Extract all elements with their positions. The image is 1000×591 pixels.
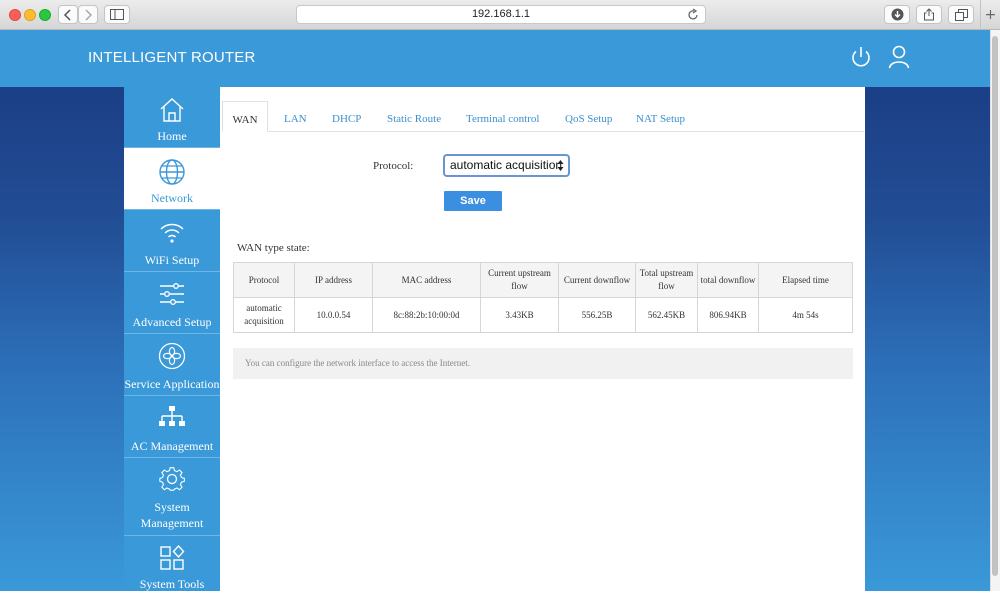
wan-state-title: WAN type state: [237, 242, 310, 254]
brand-title: INTELLIGENT ROUTER [88, 49, 256, 66]
sidebar-item-label-line1: System [154, 500, 190, 514]
globe-icon [159, 159, 185, 185]
reload-icon[interactable] [687, 8, 699, 21]
sidebar-item-service-application[interactable]: Service Application [124, 334, 220, 396]
tabs-icon [954, 8, 968, 21]
info-message: You can configure the network interface … [233, 348, 853, 379]
column-header-text: Current upstream [488, 268, 551, 278]
protocol-select[interactable]: automatic acquisition [443, 154, 570, 177]
tab-lan[interactable]: LAN [284, 101, 307, 132]
service-icon [158, 342, 186, 370]
sidebar-toggle-button[interactable] [104, 5, 130, 24]
back-button[interactable] [58, 5, 78, 24]
home-icon [160, 98, 184, 122]
share-icon [924, 8, 934, 21]
minimize-window-button[interactable] [24, 9, 36, 21]
sidebar-item-label: Network [151, 191, 193, 205]
table-header-row: Protocol IP address MAC address Current … [233, 262, 853, 298]
column-header-total-upstream: Total upstream flow [635, 262, 698, 298]
column-header-current-upstream: Current upstream flow [480, 262, 559, 298]
tab-nat-setup[interactable]: NAT Setup [636, 101, 685, 132]
sidebar-item-system-tools[interactable]: System Tools [124, 536, 220, 591]
protocol-select-value: automatic acquisition [450, 158, 563, 172]
column-header-ip-address: IP address [294, 262, 373, 298]
cell-current-upstream: 3.43KB [480, 297, 559, 333]
tabs-overview-button[interactable] [948, 5, 974, 24]
column-header-protocol: Protocol [233, 262, 295, 298]
sliders-icon [160, 283, 184, 305]
sidebar-item-advanced-setup[interactable]: Advanced Setup [124, 272, 220, 334]
column-header-total-downflow: total downflow [697, 262, 759, 298]
cell-total-downflow: 806.94KB [697, 297, 759, 333]
sidebar-item-home[interactable]: Home [124, 87, 220, 148]
tab-bar: WAN LAN DHCP Static Route Terminal contr… [222, 101, 864, 132]
sidebar-item-label: System Tools [139, 577, 205, 591]
sidebar-item-label-line2: Management [140, 516, 204, 530]
tab-dhcp[interactable]: DHCP [332, 101, 361, 132]
cell-elapsed-time: 4m 54s [758, 297, 853, 333]
share-button[interactable] [916, 5, 942, 24]
sidebar-item-label: Service Application [124, 377, 220, 391]
chevron-left-icon [63, 8, 71, 21]
network-tree-icon [159, 406, 185, 426]
sidebar-icon [110, 9, 124, 20]
sidebar-item-label: WiFi Setup [144, 253, 200, 267]
cell-text: automatic [246, 303, 282, 313]
network-panel: WAN LAN DHCP Static Route Terminal contr… [220, 87, 865, 591]
table-row: automatic acquisition 10.0.0.54 8c:88:2b… [233, 297, 853, 333]
cell-text: acquisition [244, 316, 284, 326]
background-panel-left [0, 87, 124, 591]
power-icon[interactable] [850, 45, 872, 69]
wan-state-table: Protocol IP address MAC address Current … [233, 262, 853, 333]
chevron-right-icon [85, 8, 93, 21]
column-header-text: flow [511, 281, 528, 291]
column-header-mac-address: MAC address [372, 262, 481, 298]
column-header-text: flow [658, 281, 675, 291]
url-text: 192.168.1.1 [471, 8, 531, 20]
browser-toolbar: 192.168.1.1 + [0, 0, 1000, 30]
user-icon[interactable] [888, 45, 910, 69]
tab-wan[interactable]: WAN [222, 101, 268, 132]
router-header: INTELLIGENT ROUTER [0, 30, 1000, 87]
background-panel-right [865, 87, 1000, 591]
download-icon [891, 8, 903, 21]
cell-ip-address: 10.0.0.54 [294, 297, 373, 333]
forward-button[interactable] [78, 5, 98, 24]
sidebar-item-wifi-setup[interactable]: WiFi Setup [124, 210, 220, 272]
cell-total-upstream: 562.45KB [635, 297, 698, 333]
tools-icon [160, 544, 185, 570]
scrollbar-thumb[interactable] [992, 36, 998, 576]
gear-icon [159, 467, 185, 491]
sidebar-item-ac-management[interactable]: AC Management [124, 396, 220, 458]
tab-static-route[interactable]: Static Route [387, 101, 441, 132]
sidebar: Home Network WiFi Setup Advanced Setup S… [124, 87, 220, 591]
address-bar[interactable]: 192.168.1.1 [296, 5, 706, 24]
sidebar-item-label: Home [157, 129, 187, 143]
tab-terminal-control[interactable]: Terminal control [466, 101, 539, 132]
column-header-current-downflow: Current downflow [558, 262, 636, 298]
wifi-icon [160, 223, 184, 243]
sidebar-item-system-management[interactable]: System Management [124, 458, 220, 536]
protocol-label: Protocol: [373, 160, 414, 172]
column-header-text: Total upstream [639, 268, 694, 278]
cell-current-downflow: 556.25B [558, 297, 636, 333]
zoom-window-button[interactable] [39, 9, 51, 21]
save-button[interactable]: Save [444, 191, 502, 211]
close-window-button[interactable] [9, 9, 21, 21]
tab-qos-setup[interactable]: QoS Setup [565, 101, 612, 132]
downloads-button[interactable] [884, 5, 910, 24]
select-arrows-icon [557, 160, 564, 171]
sidebar-item-label: AC Management [130, 439, 214, 453]
new-tab-button[interactable]: + [980, 0, 1000, 30]
cell-protocol: automatic acquisition [233, 297, 295, 333]
sidebar-item-label: Advanced Setup [132, 315, 212, 329]
cell-mac-address: 8c:88:2b:10:00:0d [372, 297, 481, 333]
sidebar-item-network[interactable]: Network [124, 148, 220, 210]
column-header-elapsed-time: Elapsed time [758, 262, 853, 298]
